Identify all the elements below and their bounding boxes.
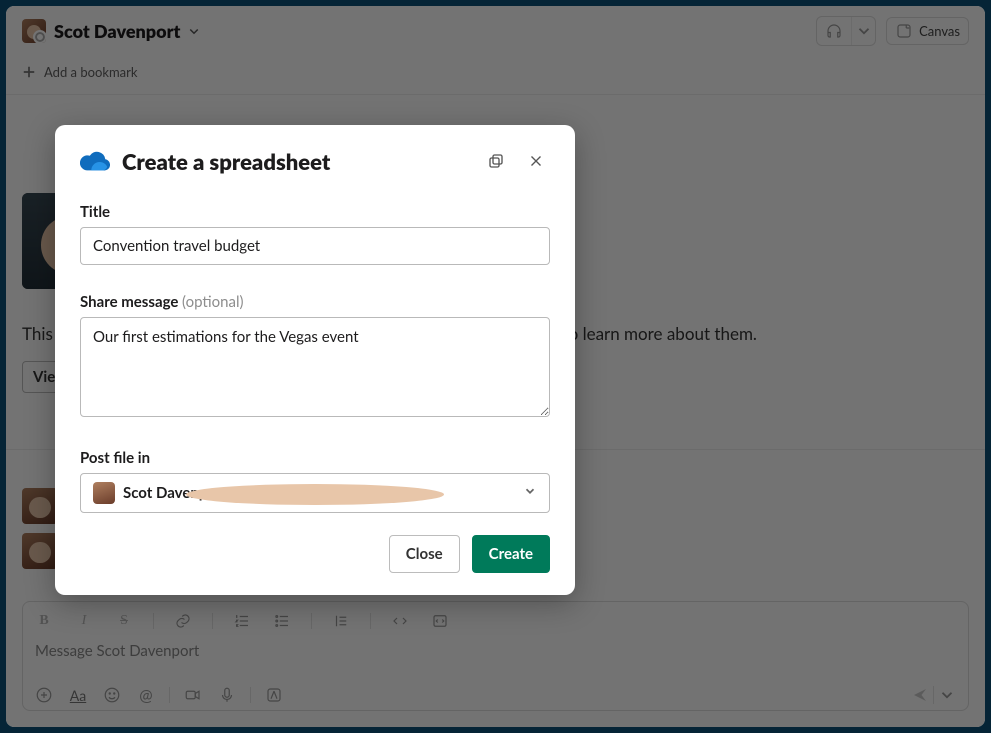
close-icon	[527, 152, 545, 170]
share-label-text: Share message	[80, 293, 182, 311]
create-spreadsheet-modal: Create a spreadsheet Title Share message…	[55, 125, 575, 595]
title-field-label: Title	[80, 203, 550, 221]
chevron-down-icon	[523, 484, 537, 502]
modal-header: Create a spreadsheet	[80, 147, 550, 175]
post-in-select[interactable]: Scot Davenport Scot Davenport	[80, 473, 550, 513]
modal-footer: Close Create	[80, 535, 550, 573]
post-in-label: Post file in	[80, 449, 550, 467]
new-window-icon	[487, 152, 505, 170]
slack-window: Scot Davenport Canvas Add a bookmark Thi…	[6, 6, 985, 727]
share-label-optional: (optional)	[182, 293, 244, 311]
close-modal-button[interactable]	[522, 147, 550, 175]
avatar	[93, 482, 115, 504]
create-button[interactable]: Create	[472, 535, 550, 573]
title-input[interactable]	[80, 227, 550, 265]
share-message-input[interactable]	[80, 317, 550, 417]
modal-title: Create a spreadsheet	[122, 148, 330, 175]
onedrive-icon	[80, 149, 110, 173]
close-button[interactable]: Close	[389, 535, 460, 573]
share-field-label: Share message (optional)	[80, 293, 550, 311]
open-new-window-button[interactable]	[482, 147, 510, 175]
